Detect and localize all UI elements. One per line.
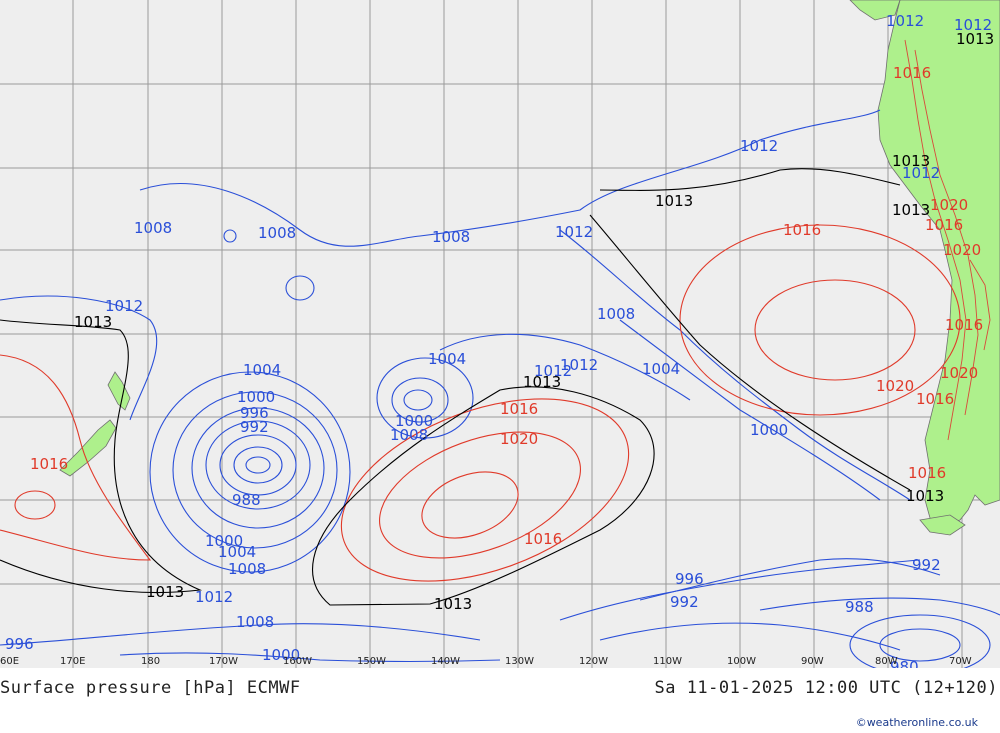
isobar-label: 1013 bbox=[434, 595, 472, 613]
isobar-label: 988 bbox=[232, 491, 261, 509]
isobar-label: 1020 bbox=[500, 430, 538, 448]
isobar-label: 1004 bbox=[243, 361, 281, 379]
credit-link[interactable]: ©weatheronline.co.uk bbox=[856, 716, 978, 729]
lon-label: 80W bbox=[875, 656, 898, 667]
lon-label: 130W bbox=[505, 656, 534, 667]
isobar-label: 996 bbox=[5, 635, 34, 653]
isobar-label: 1016 bbox=[916, 390, 954, 408]
lon-label: 110W bbox=[653, 656, 682, 667]
isobar-label: 1008 bbox=[258, 224, 296, 242]
isobar-label: 1008 bbox=[228, 560, 266, 578]
lon-label: 100W bbox=[727, 656, 756, 667]
isobar-label: 1012 bbox=[195, 588, 233, 606]
lon-label: 160W bbox=[283, 656, 312, 667]
isobar-label: 1000 bbox=[750, 421, 788, 439]
isobar-label: 1016 bbox=[925, 216, 963, 234]
isobar-label: 1016 bbox=[945, 316, 983, 334]
isobar-label: 1004 bbox=[428, 350, 466, 368]
isobar-label: 1013 bbox=[956, 30, 994, 48]
isobar-label: 1016 bbox=[908, 464, 946, 482]
isobar-label: 1020 bbox=[876, 377, 914, 395]
isobar-label: 1016 bbox=[783, 221, 821, 239]
isobar-label: 992 bbox=[240, 418, 269, 436]
lon-label: 180 bbox=[141, 656, 160, 667]
map-title: Surface pressure [hPa] ECMWF bbox=[0, 678, 301, 698]
isobar-label: 1016 bbox=[30, 455, 68, 473]
lon-label: 90W bbox=[801, 656, 824, 667]
isobar-label: 1013 bbox=[523, 373, 561, 391]
surface-pressure-map: 1008 1008 1008 1012 1012 1012 1012 1004 … bbox=[0, 0, 1000, 668]
isobar-label: 988 bbox=[845, 598, 874, 616]
isobar-label: 1012 bbox=[560, 356, 598, 374]
isobar-label: 1012 bbox=[740, 137, 778, 155]
lon-label: 70W bbox=[949, 656, 972, 667]
isobar-label: 1013 bbox=[892, 152, 930, 170]
lon-label: 150W bbox=[357, 656, 386, 667]
isobar-label: 1013 bbox=[892, 201, 930, 219]
isobar-label: 1016 bbox=[893, 64, 931, 82]
isobar-label: 1016 bbox=[524, 530, 562, 548]
isobar-label: 996 bbox=[675, 570, 704, 588]
isobar-label: 1008 bbox=[432, 228, 470, 246]
isobar-label: 1013 bbox=[906, 487, 944, 505]
lon-label: 60E bbox=[0, 656, 19, 667]
isobar-label: 992 bbox=[912, 556, 941, 574]
lon-label: 120W bbox=[579, 656, 608, 667]
valid-time: Sa 11-01-2025 12:00 UTC (12+120) bbox=[654, 678, 998, 698]
lon-label: 140W bbox=[431, 656, 460, 667]
isobar-label: 1020 bbox=[943, 241, 981, 259]
lon-label: 170E bbox=[60, 656, 85, 667]
isobar-label: 1013 bbox=[74, 313, 112, 331]
isobar-label: 1008 bbox=[390, 426, 428, 444]
isobar-label: 1008 bbox=[597, 305, 635, 323]
isobar-label: 1016 bbox=[500, 400, 538, 418]
isobar-label: 1020 bbox=[930, 196, 968, 214]
lon-label: 170W bbox=[209, 656, 238, 667]
isobar-label: 1008 bbox=[236, 613, 274, 631]
isobar-label: 1012 bbox=[555, 223, 593, 241]
isobar-label: 1004 bbox=[642, 360, 680, 378]
isobar-label: 1012 bbox=[886, 12, 924, 30]
isobar-label: 1013 bbox=[655, 192, 693, 210]
isobar-label: 992 bbox=[670, 593, 699, 611]
isobar-label: 1004 bbox=[218, 543, 256, 561]
isobar-label: 1013 bbox=[146, 583, 184, 601]
isobar-label: 1020 bbox=[940, 364, 978, 382]
isobar-label: 1008 bbox=[134, 219, 172, 237]
